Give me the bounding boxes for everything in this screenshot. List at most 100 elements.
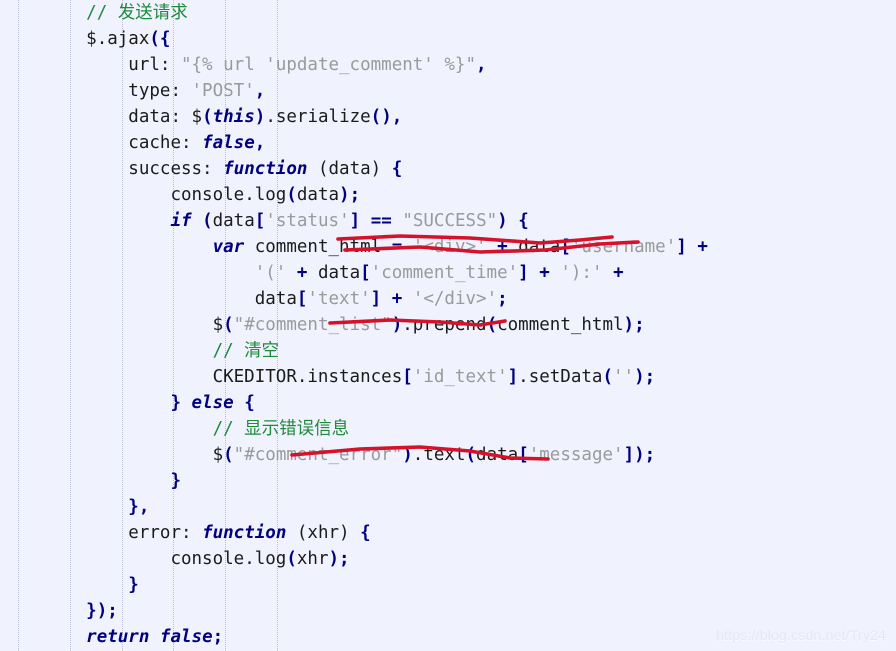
code-token: {: [518, 211, 529, 231]
code-line: $("#comment_list").prepend(comment_html)…: [44, 312, 896, 338]
code-token: '(': [254, 263, 287, 283]
code-line: // 发送请求: [44, 0, 896, 26]
code-token: [: [254, 211, 266, 231]
code-token: [: [560, 237, 571, 257]
code-line: $("#comment_error").text(data['message']…: [44, 442, 896, 468]
code-token: function: [202, 523, 287, 543]
code-token: ]: [370, 289, 382, 309]
code-token: 'username': [570, 237, 677, 257]
code-token: ]: [507, 367, 519, 387]
code-token: [: [402, 367, 413, 387]
code-token: data: [476, 445, 519, 465]
code-token: +: [697, 237, 708, 257]
code-token: ,: [254, 133, 266, 153]
code-token: (: [223, 315, 234, 335]
code-token: );: [634, 445, 656, 465]
code-token: (: [286, 549, 297, 569]
code-line: },: [44, 494, 896, 520]
code-token: ): [391, 315, 403, 335]
code-token: );: [339, 185, 361, 205]
code-token: (: [202, 107, 213, 127]
code-token: // 显示错误信息: [212, 419, 350, 439]
code-token: false: [159, 627, 213, 647]
code-token: {: [360, 523, 371, 543]
code-token: cache:: [128, 133, 203, 153]
code-token: "#comment_list": [233, 315, 392, 335]
code-line: data: $(this).serialize(),: [44, 104, 896, 130]
code-token: this: [212, 107, 255, 127]
code-token: data: [296, 185, 340, 205]
code-token: $: [212, 315, 224, 335]
code-block: // 发送请求 $ .ajax ( { url: "{% url 'update_co…: [0, 0, 896, 651]
code-token: if: [170, 211, 192, 231]
code-token: $: [212, 445, 224, 465]
code-token: error:: [128, 523, 203, 543]
code-line: }: [44, 468, 896, 494]
code-token: );: [328, 549, 350, 569]
code-token: }: [128, 575, 139, 595]
code-token: .ajax: [96, 29, 150, 49]
code-token: data: [212, 211, 255, 231]
code-token: +: [539, 263, 550, 283]
code-token: '):': [560, 263, 603, 283]
code-token: [: [296, 289, 308, 309]
code-token: 'message': [528, 445, 624, 465]
code-token: xhr: [296, 549, 329, 569]
code-token: function: [223, 159, 308, 179]
code-screenshot: // 发送请求 $ .ajax ( { url: "{% url 'update_co…: [0, 0, 896, 651]
code-token: =: [391, 237, 403, 257]
code-token: );: [623, 315, 645, 335]
code-token: $: [191, 107, 203, 127]
code-token: ,: [476, 55, 487, 75]
code-token: "{% url 'update_comment' %}": [180, 55, 476, 75]
code-token: );: [634, 367, 656, 387]
code-line: console.log(data);: [44, 182, 896, 208]
code-line: type: 'POST',: [44, 78, 896, 104]
code-line: data['text'] + '</div>';: [44, 286, 896, 312]
code-token: '': [613, 367, 635, 387]
code-token: (: [602, 367, 613, 387]
code-token: 'comment_time': [370, 263, 519, 283]
code-token: +: [613, 263, 624, 283]
code-token: ]: [518, 263, 529, 283]
code-token: });: [86, 601, 118, 621]
code-token: +: [497, 237, 508, 257]
code-token: (): [370, 107, 392, 127]
code-token: ]: [623, 445, 635, 465]
code-token: '</div>': [412, 289, 498, 309]
code-token: ): [254, 107, 266, 127]
code-token: '<div>': [412, 237, 487, 257]
code-line: });: [44, 598, 896, 624]
code-token: ,: [391, 107, 403, 127]
code-line: // 显示错误信息: [44, 416, 896, 442]
code-token: CKEDITOR.instances: [212, 367, 403, 387]
code-token: (: [486, 315, 498, 335]
code-line: url: "{% url 'update_comment' %}",: [44, 52, 896, 78]
code-token: 'status': [265, 211, 350, 231]
code-token: ): [402, 445, 413, 465]
code-token: },: [128, 497, 150, 517]
